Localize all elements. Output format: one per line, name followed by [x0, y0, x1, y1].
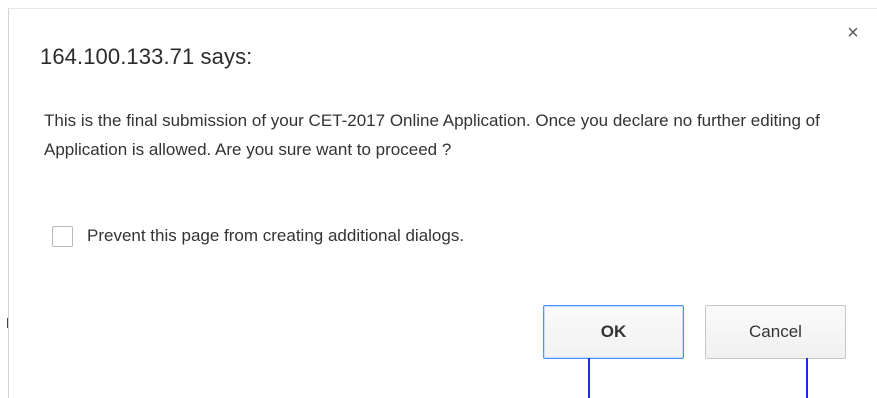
cancel-button[interactable]: Cancel — [705, 305, 846, 359]
prevent-dialogs-option[interactable]: Prevent this page from creating addition… — [52, 224, 464, 248]
close-icon[interactable]: × — [842, 22, 864, 44]
ok-button[interactable]: OK — [543, 305, 684, 359]
cancel-marker-line — [806, 358, 808, 398]
prevent-dialogs-checkbox[interactable] — [52, 225, 73, 247]
ok-marker-line — [588, 358, 590, 398]
dialog-title: 164.100.133.71 says: — [40, 44, 253, 69]
page: 164.100.133.71 says: × This is the final… — [0, 0, 877, 398]
dialog-message: This is the final submission of your CET… — [44, 111, 820, 159]
prevent-dialogs-label[interactable]: Prevent this page from creating addition… — [87, 226, 464, 246]
